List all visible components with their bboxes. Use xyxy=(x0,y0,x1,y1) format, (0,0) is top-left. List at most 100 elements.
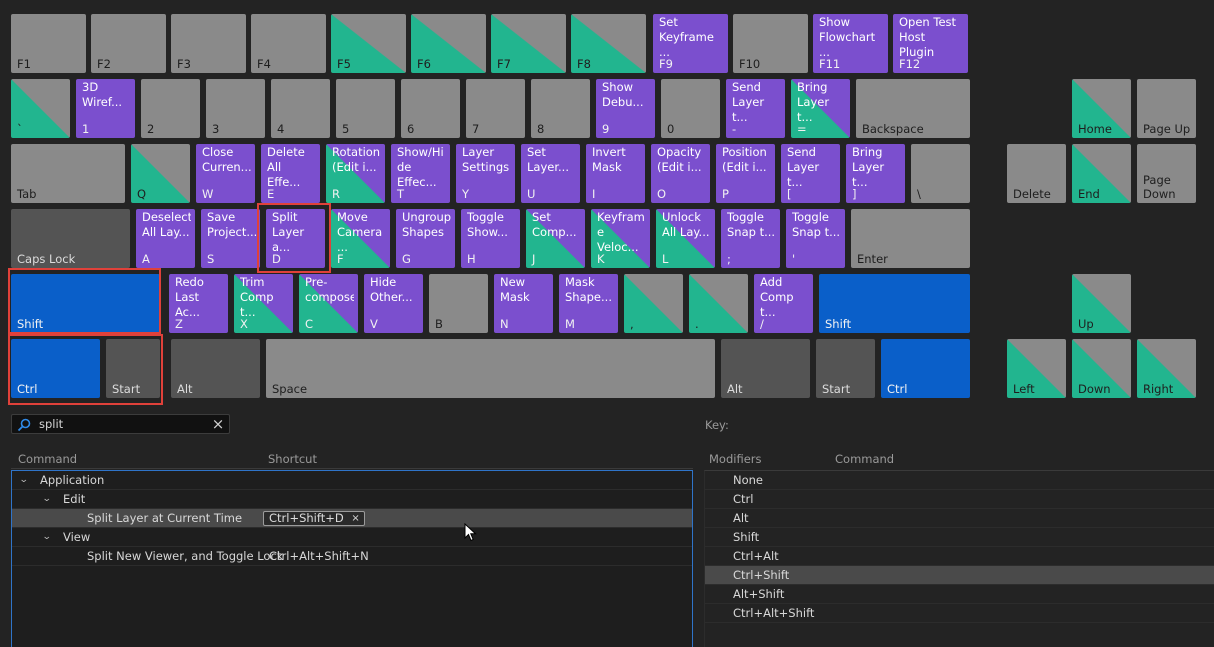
key-t[interactable]: Show/Hi de Effec... T xyxy=(391,144,450,203)
key-f6[interactable]: F6 xyxy=(411,14,486,73)
key-8[interactable]: 8 xyxy=(531,79,590,138)
key-shift[interactable]: Shift xyxy=(819,274,970,333)
key-a[interactable]: Deselect All Lay... A xyxy=(136,209,195,268)
key-5[interactable]: 5 xyxy=(336,79,395,138)
chevron-down-icon[interactable]: ⌄ xyxy=(19,471,29,489)
modifier-row[interactable]: None xyxy=(705,471,1214,490)
key-z[interactable]: Redo Last Ac... Z xyxy=(169,274,228,333)
key-n[interactable]: New Mask N xyxy=(494,274,553,333)
key-f9[interactable]: Set Keyframe ... F9 xyxy=(653,14,728,73)
command-row[interactable]: Split New Viewer, and Toggle Lock Ctrl+Al… xyxy=(12,547,692,566)
key-f7[interactable]: F7 xyxy=(491,14,566,73)
key-q[interactable]: Q xyxy=(131,144,190,203)
shortcut-chip[interactable]: Ctrl+Shift+D × xyxy=(263,511,365,526)
key-minus[interactable]: Send Layer t... - xyxy=(726,79,785,138)
key-right[interactable]: Right xyxy=(1137,339,1196,398)
key-backslash[interactable]: \ xyxy=(911,144,970,203)
key-quote[interactable]: Toggle Snap t... ' xyxy=(786,209,845,268)
modifier-row[interactable]: Alt xyxy=(705,509,1214,528)
modifier-row[interactable]: Ctrl+Alt+Shift xyxy=(705,604,1214,623)
key-left[interactable]: Left xyxy=(1007,339,1066,398)
key-caps-lock[interactable]: Caps Lock xyxy=(11,209,130,268)
modifier-row[interactable]: Ctrl+Shift xyxy=(705,566,1214,585)
key-semicolon[interactable]: Toggle Snap t...; xyxy=(721,209,780,268)
key-home[interactable]: Home xyxy=(1072,79,1131,138)
key-s[interactable]: Save Project... S xyxy=(201,209,260,268)
key-b[interactable]: B xyxy=(429,274,488,333)
key-f8[interactable]: F8 xyxy=(571,14,646,73)
key-d[interactable]: Split Layer a... D xyxy=(266,209,325,268)
key-w[interactable]: Close Curren... W xyxy=(196,144,255,203)
key-ctrl[interactable]: Ctrl xyxy=(881,339,970,398)
key-delete[interactable]: Delete xyxy=(1007,144,1066,203)
shortcut-text[interactable]: Ctrl+Alt+Shift+N xyxy=(269,547,369,565)
key-i[interactable]: Invert Mask I xyxy=(586,144,645,203)
remove-shortcut-icon[interactable]: × xyxy=(351,512,359,525)
key-shift[interactable]: Shift xyxy=(11,274,160,333)
key-page-down[interactable]: Page Down xyxy=(1137,144,1196,203)
key-h[interactable]: Toggle Show... H xyxy=(461,209,520,268)
key-7[interactable]: 7 xyxy=(466,79,525,138)
key-backspace[interactable]: Backspace xyxy=(856,79,970,138)
key-u[interactable]: Set Layer... U xyxy=(521,144,580,203)
key-0[interactable]: 0 xyxy=(661,79,720,138)
key-comma[interactable]: , xyxy=(624,274,683,333)
key-start[interactable]: Start xyxy=(816,339,875,398)
key-page-up[interactable]: Page Up xyxy=(1137,79,1196,138)
chevron-down-icon[interactable]: ⌄ xyxy=(42,528,52,546)
key-l[interactable]: Unlock All Lay... L xyxy=(656,209,715,268)
key-f[interactable]: Move Camera ... F xyxy=(331,209,390,268)
shortcut-column-header[interactable]: Shortcut xyxy=(268,452,317,466)
key-ctrl[interactable]: Ctrl xyxy=(11,339,100,398)
key-f2[interactable]: F2 xyxy=(91,14,166,73)
tree-group-row[interactable]: ⌄ Application xyxy=(12,471,692,490)
key-k[interactable]: Keyfram e Veloc... K xyxy=(591,209,650,268)
key-1[interactable]: 3D Wiref... 1 xyxy=(76,79,135,138)
tree-group-row[interactable]: ⌄ Edit xyxy=(12,490,692,509)
clear-search-icon[interactable]: × xyxy=(210,415,226,433)
key-right-bracket[interactable]: Bring Layer t...] xyxy=(846,144,905,203)
key-command-column-header[interactable]: Command xyxy=(835,452,894,466)
key-start[interactable]: Start xyxy=(106,339,160,398)
key-slash[interactable]: Add Comp t... / xyxy=(754,274,813,333)
modifier-row[interactable]: Ctrl+Alt xyxy=(705,547,1214,566)
key-x[interactable]: Trim Comp t... X xyxy=(234,274,293,333)
modifier-row[interactable]: Alt+Shift xyxy=(705,585,1214,604)
key-f10[interactable]: F10 xyxy=(733,14,808,73)
key-f12[interactable]: Open Test Host Plugin F12 xyxy=(893,14,968,73)
key-v[interactable]: Hide Other... V xyxy=(364,274,423,333)
key-alt[interactable]: Alt xyxy=(171,339,260,398)
key-9[interactable]: Show Debu... 9 xyxy=(596,79,655,138)
key-f3[interactable]: F3 xyxy=(171,14,246,73)
key-down[interactable]: Down xyxy=(1072,339,1131,398)
key-f5[interactable]: F5 xyxy=(331,14,406,73)
key-o[interactable]: Opacity (Edit i... O xyxy=(651,144,710,203)
key-p[interactable]: Position (Edit i... P xyxy=(716,144,775,203)
key-3[interactable]: 3 xyxy=(206,79,265,138)
key-6[interactable]: 6 xyxy=(401,79,460,138)
key-f11[interactable]: Show Flowchart ... F11 xyxy=(813,14,888,73)
command-row[interactable]: Split Layer at Current Time Ctrl+Shift+D × xyxy=(12,509,692,528)
key-m[interactable]: Mask Shape... M xyxy=(559,274,618,333)
key-f1[interactable]: F1 xyxy=(11,14,86,73)
key-backtick[interactable]: ` xyxy=(11,79,70,138)
command-column-header[interactable]: Command xyxy=(18,452,77,466)
key-j[interactable]: Set Comp... J xyxy=(526,209,585,268)
tree-group-row[interactable]: ⌄ View xyxy=(12,528,692,547)
key-r[interactable]: Rotation (Edit i... R xyxy=(326,144,385,203)
key-space[interactable]: Space xyxy=(266,339,715,398)
key-f4[interactable]: F4 xyxy=(251,14,326,73)
key-up[interactable]: Up xyxy=(1072,274,1131,333)
key-alt[interactable]: Alt xyxy=(721,339,810,398)
search-input[interactable] xyxy=(39,416,209,432)
key-4[interactable]: 4 xyxy=(271,79,330,138)
key-equals[interactable]: Bring Layer t... = xyxy=(791,79,850,138)
key-c[interactable]: Pre- compose C xyxy=(299,274,358,333)
key-e[interactable]: Delete All Effe... E xyxy=(261,144,320,203)
modifier-row[interactable]: Ctrl xyxy=(705,490,1214,509)
key-enter[interactable]: Enter xyxy=(851,209,970,268)
search-box[interactable]: × xyxy=(11,414,230,434)
modifier-row[interactable]: Shift xyxy=(705,528,1214,547)
key-left-bracket[interactable]: Send Layer t...[ xyxy=(781,144,840,203)
chevron-down-icon[interactable]: ⌄ xyxy=(42,490,52,508)
